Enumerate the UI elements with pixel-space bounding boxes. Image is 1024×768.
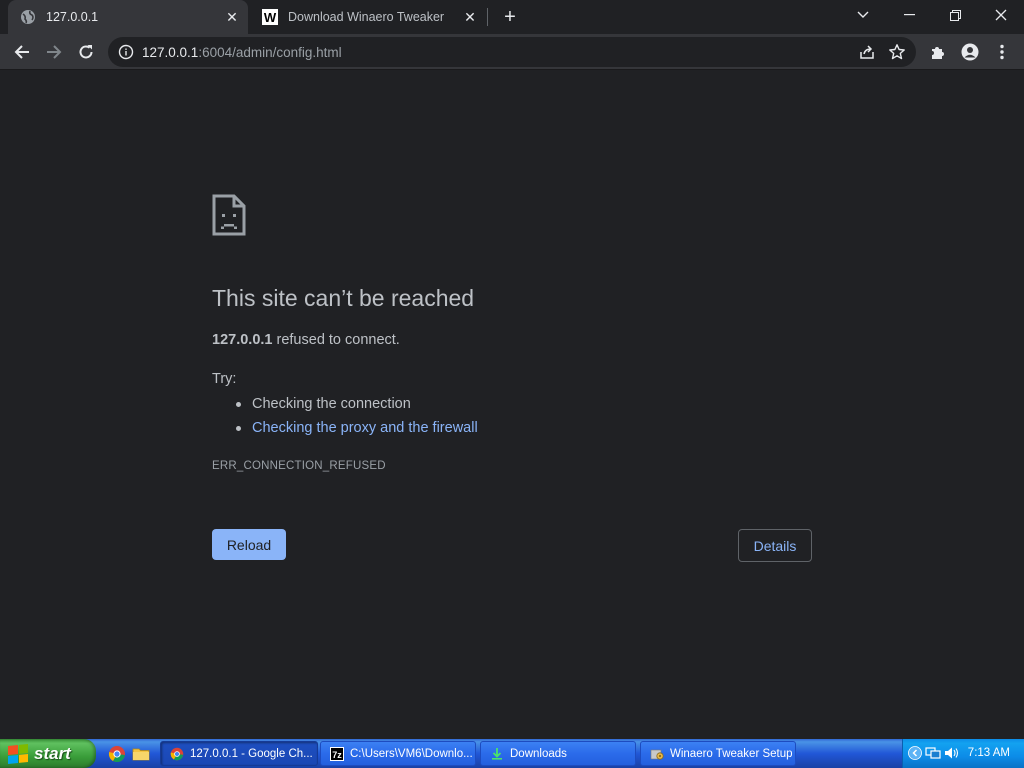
url-host: 127.0.0.1 <box>142 44 199 60</box>
restore-icon <box>949 9 961 21</box>
chevron-down-icon <box>857 11 869 18</box>
tray-expand-icon[interactable] <box>907 745 923 761</box>
forward-button[interactable] <box>40 38 68 66</box>
downloads-icon <box>489 746 505 762</box>
arrow-right-icon <box>47 45 62 59</box>
task-7zip[interactable]: 7z C:\Users\VM6\Downlo... <box>320 741 476 766</box>
tab-separator <box>487 8 488 26</box>
task-downloads[interactable]: Downloads <box>480 741 636 766</box>
chrome-quicklaunch-icon[interactable] <box>108 745 126 763</box>
task-label: C:\Users\VM6\Downlo... <box>350 747 473 760</box>
task-label: 127.0.0.1 - Google Ch... <box>190 747 313 760</box>
suggestion-text: Checking the connection <box>252 396 411 412</box>
url-path: :6004/admin/config.html <box>198 44 342 60</box>
network-icon[interactable] <box>925 745 941 761</box>
winaero-w-icon: W <box>262 9 278 25</box>
minimize-button[interactable] <box>886 0 932 30</box>
start-button[interactable]: start <box>0 739 96 768</box>
sad-page-icon <box>212 194 246 236</box>
bookmark-star-icon[interactable] <box>888 43 906 66</box>
extensions-button[interactable] <box>924 38 952 66</box>
restore-button[interactable] <box>932 0 978 30</box>
svg-text:7z: 7z <box>332 750 342 760</box>
kebab-menu-icon <box>1000 44 1004 60</box>
close-icon[interactable]: ✕ <box>460 7 480 27</box>
suggestion-proxy-firewall[interactable]: Checking the proxy and the firewall <box>236 419 478 443</box>
try-label: Try: <box>212 371 237 387</box>
url-text[interactable]: 127.0.0.1:6004/admin/config.html <box>142 45 342 60</box>
tab-search-button[interactable] <box>840 0 886 30</box>
task-chrome[interactable]: 127.0.0.1 - Google Ch... <box>160 741 318 766</box>
arrow-left-icon <box>14 45 29 59</box>
browser-toolbar: 127.0.0.1:6004/admin/config.html <box>0 34 1024 70</box>
person-icon <box>961 43 979 61</box>
error-heading: This site can’t be reached <box>212 285 475 311</box>
volume-icon[interactable] <box>943 745 959 761</box>
chrome-icon <box>169 746 185 762</box>
back-button[interactable] <box>8 38 36 66</box>
7zip-icon: 7z <box>329 746 345 762</box>
reload-button[interactable] <box>72 38 100 66</box>
start-label: start <box>34 743 71 763</box>
tray-clock: 7:13 AM <box>967 747 1010 759</box>
error-host: 127.0.0.1 <box>212 332 273 348</box>
system-tray: 7:13 AM <box>902 739 1024 768</box>
globe-icon <box>20 9 36 25</box>
tab-localhost[interactable]: 127.0.0.1 ✕ <box>8 0 248 34</box>
share-icon[interactable] <box>858 43 876 66</box>
address-bar[interactable]: 127.0.0.1:6004/admin/config.html <box>108 37 916 67</box>
close-icon <box>995 9 1007 21</box>
close-icon[interactable]: ✕ <box>222 7 242 27</box>
refresh-icon <box>79 45 93 59</box>
info-icon[interactable] <box>118 44 134 60</box>
menu-button[interactable] <box>988 38 1016 66</box>
proxy-firewall-link[interactable]: Checking the proxy and the firewall <box>252 420 478 436</box>
task-label: Downloads <box>510 747 567 760</box>
taskbar: start 127.0.0.1 - Google Ch... 7z C:\Use… <box>0 739 1024 768</box>
suggestion-list: Checking the connection Checking the pro… <box>236 395 478 443</box>
details-button[interactable]: Details <box>738 529 812 562</box>
new-tab-button[interactable]: + <box>498 5 522 29</box>
close-window-button[interactable] <box>978 0 1024 30</box>
explorer-quicklaunch-icon[interactable] <box>132 745 150 763</box>
error-suffix: refused to connect. <box>272 332 400 348</box>
svg-text:W: W <box>264 10 277 25</box>
puzzle-icon <box>932 47 944 59</box>
minimize-icon <box>903 14 915 16</box>
error-message: 127.0.0.1 refused to connect. <box>212 332 400 348</box>
error-code: ERR_CONNECTION_REFUSED <box>212 460 386 472</box>
task-winaero-setup[interactable]: Winaero Tweaker Setup <box>640 741 796 766</box>
tab-title: Download Winaero Tweaker <box>288 10 445 24</box>
tab-winaero[interactable]: W Download Winaero Tweaker ✕ <box>250 0 486 34</box>
task-label: Winaero Tweaker Setup <box>670 747 793 760</box>
windows-flag-icon <box>8 743 28 764</box>
setup-icon <box>649 746 665 762</box>
profile-button[interactable] <box>956 38 984 66</box>
tab-strip: 127.0.0.1 ✕ W Download Winaero Tweaker ✕… <box>0 0 1024 34</box>
error-page: This site can’t be reached 127.0.0.1 ref… <box>0 71 1024 739</box>
tab-title: 127.0.0.1 <box>46 10 99 24</box>
suggestion-connection: Checking the connection <box>236 395 478 419</box>
reload-page-button[interactable]: Reload <box>212 529 286 560</box>
